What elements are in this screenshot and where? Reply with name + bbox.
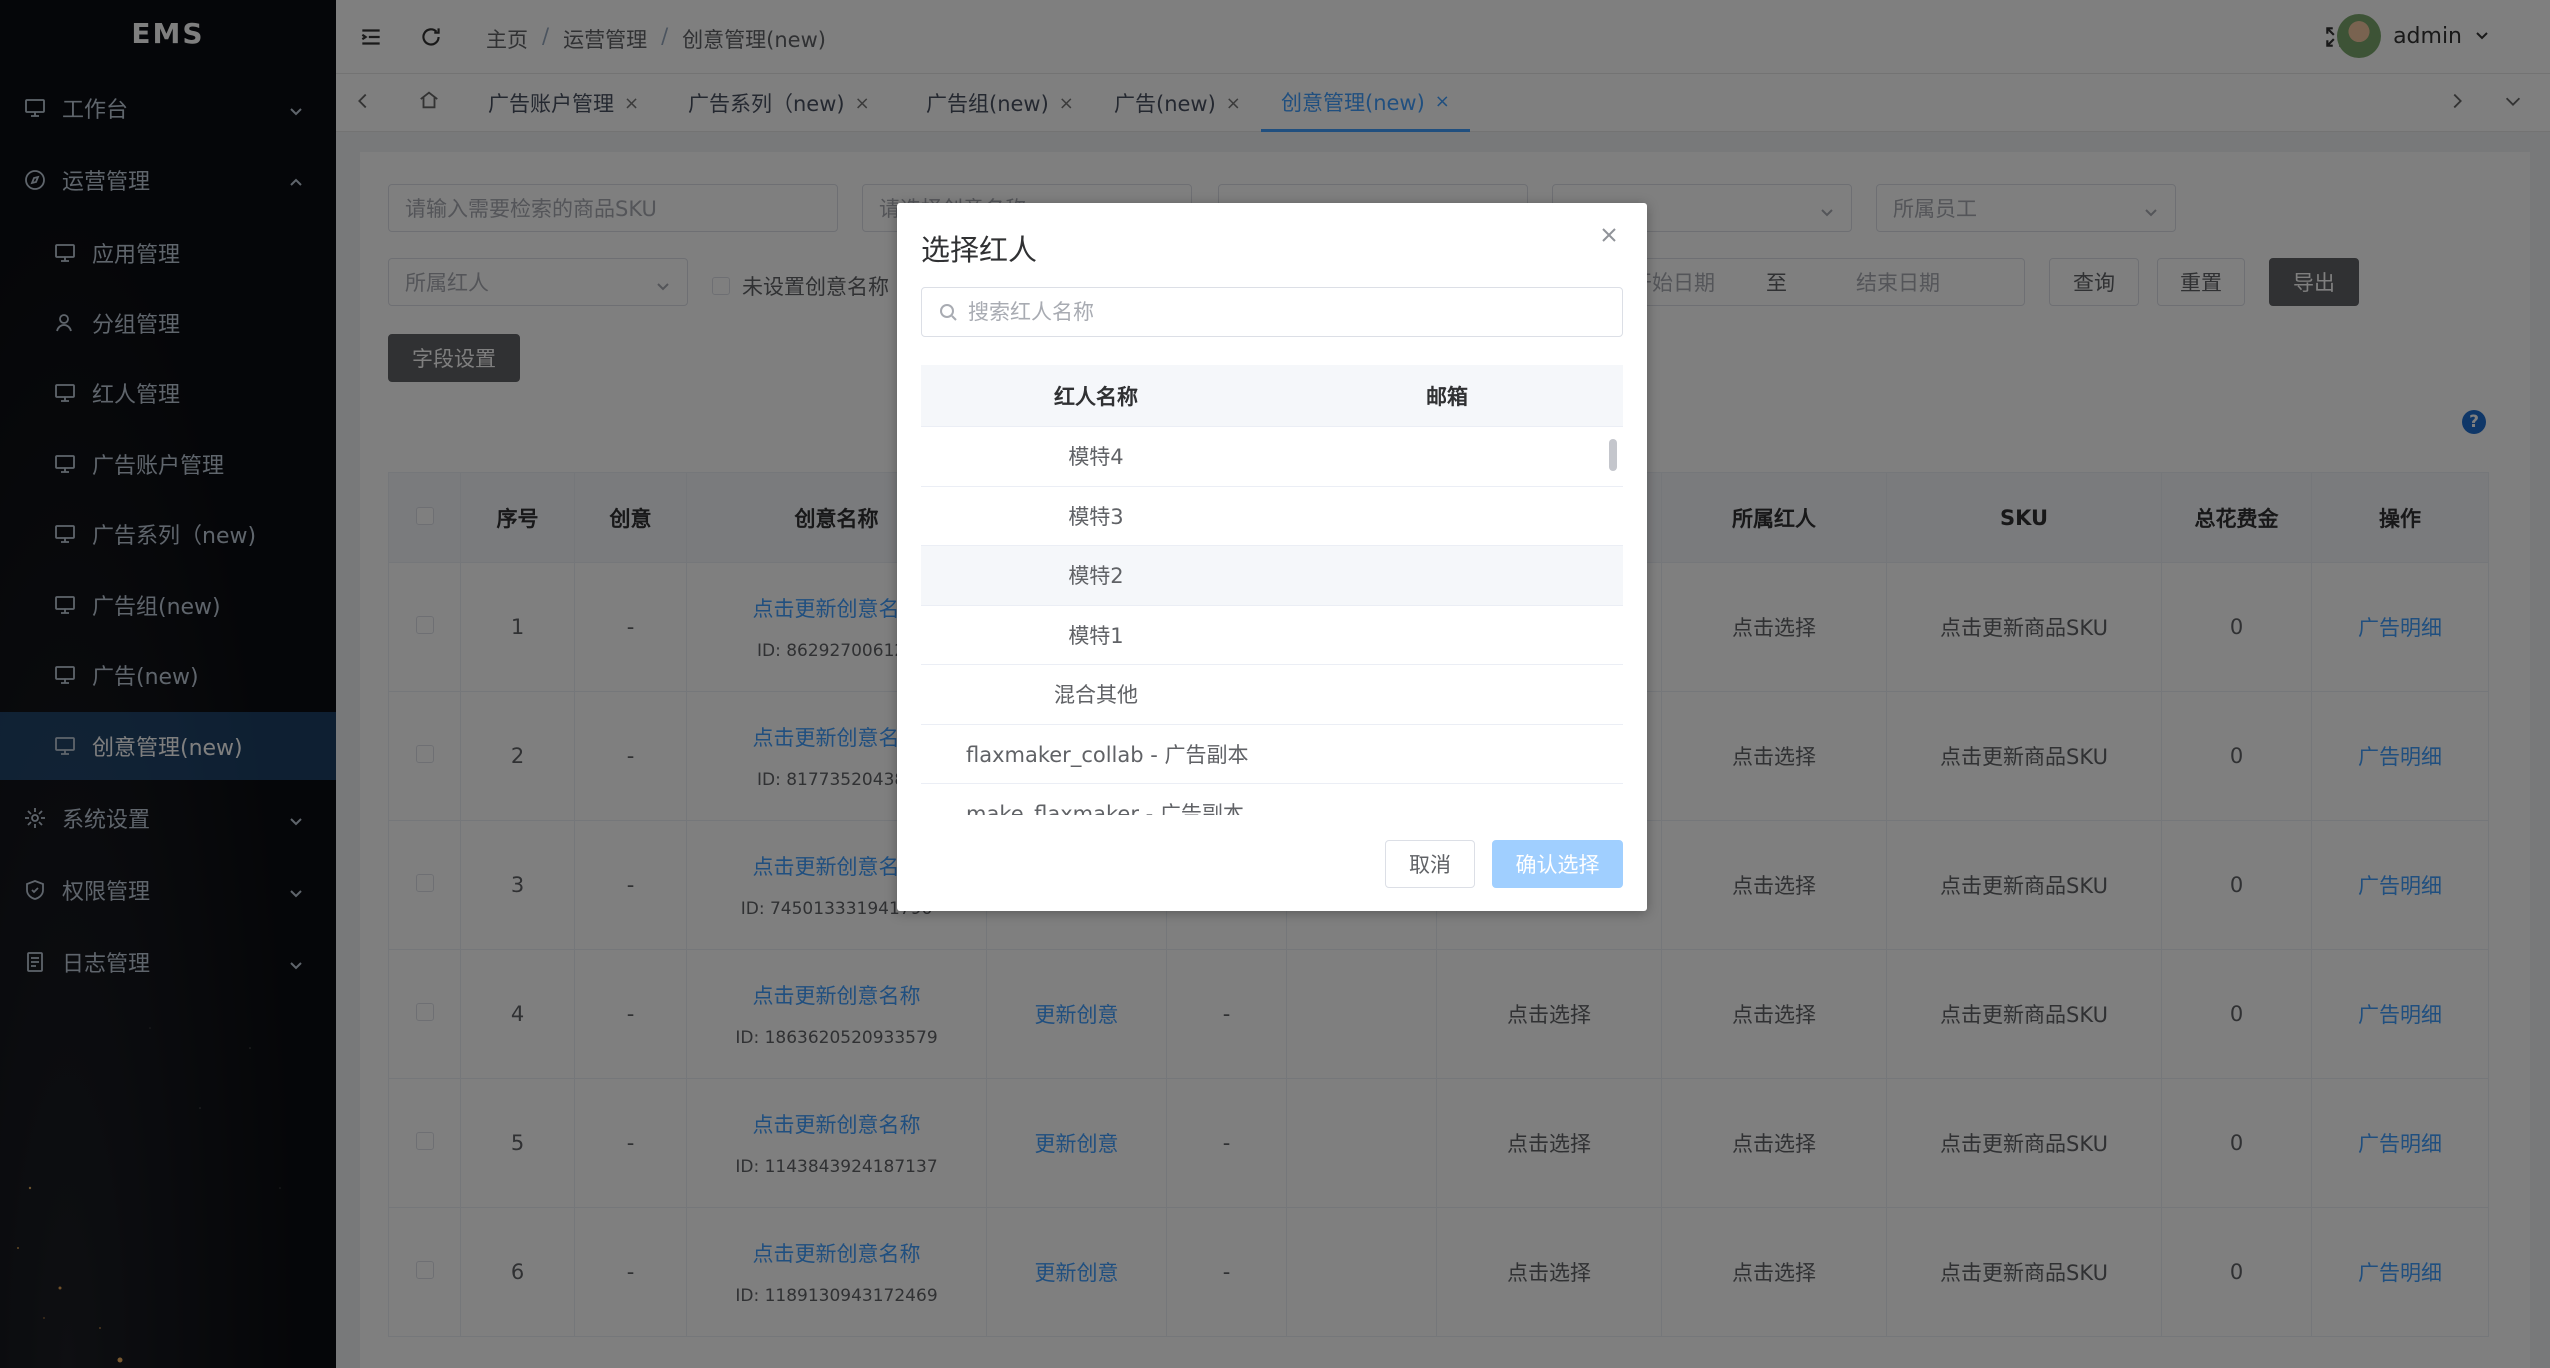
select-influencer-dialog: 选择红人 红人名称 邮箱 模特4 模特3 模特2 模特1 混合其他 flaxma… [897,203,1647,911]
influencer-name: 模特2 [1068,564,1124,589]
influencer-name: 模特3 [1068,504,1124,529]
search-icon [940,304,957,321]
table-row[interactable]: 模特3 [921,487,1623,546]
influencer-table: 红人名称 邮箱 模特4 模特3 模特2 模特1 混合其他 flaxmaker_c… [921,365,1623,815]
influencer-name: flaxmaker_collab - 广告副本 [966,742,1249,767]
influencer-table-header: 红人名称 邮箱 [921,365,1623,427]
influencer-name: make_flaxmaker - 广告副本 [966,802,1244,815]
dialog-scrollbar[interactable] [1609,439,1617,471]
influencer-name: 模特1 [1068,623,1124,648]
table-row[interactable]: 模特4 [921,427,1623,487]
cancel-button[interactable]: 取消 [1385,840,1475,888]
dialog-title: 选择红人 [921,233,1038,267]
influencer-name: 模特4 [1068,445,1124,470]
table-row[interactable]: 模特2 [921,546,1623,606]
close-icon[interactable] [1599,225,1623,249]
influencer-search-input[interactable] [968,300,1608,324]
table-row[interactable]: make_flaxmaker - 广告副本 [921,784,1623,815]
table-row[interactable]: flaxmaker_collab - 广告副本 [921,725,1623,784]
table-row[interactable]: 模特1 [921,606,1623,665]
table-row[interactable]: 混合其他 [921,665,1623,725]
influencer-name: 混合其他 [1054,683,1138,708]
header-influencer-name: 红人名称 [1054,384,1138,409]
influencer-search-field[interactable] [921,287,1623,337]
header-email: 邮箱 [1426,384,1468,409]
confirm-selection-button[interactable]: 确认选择 [1492,840,1623,888]
